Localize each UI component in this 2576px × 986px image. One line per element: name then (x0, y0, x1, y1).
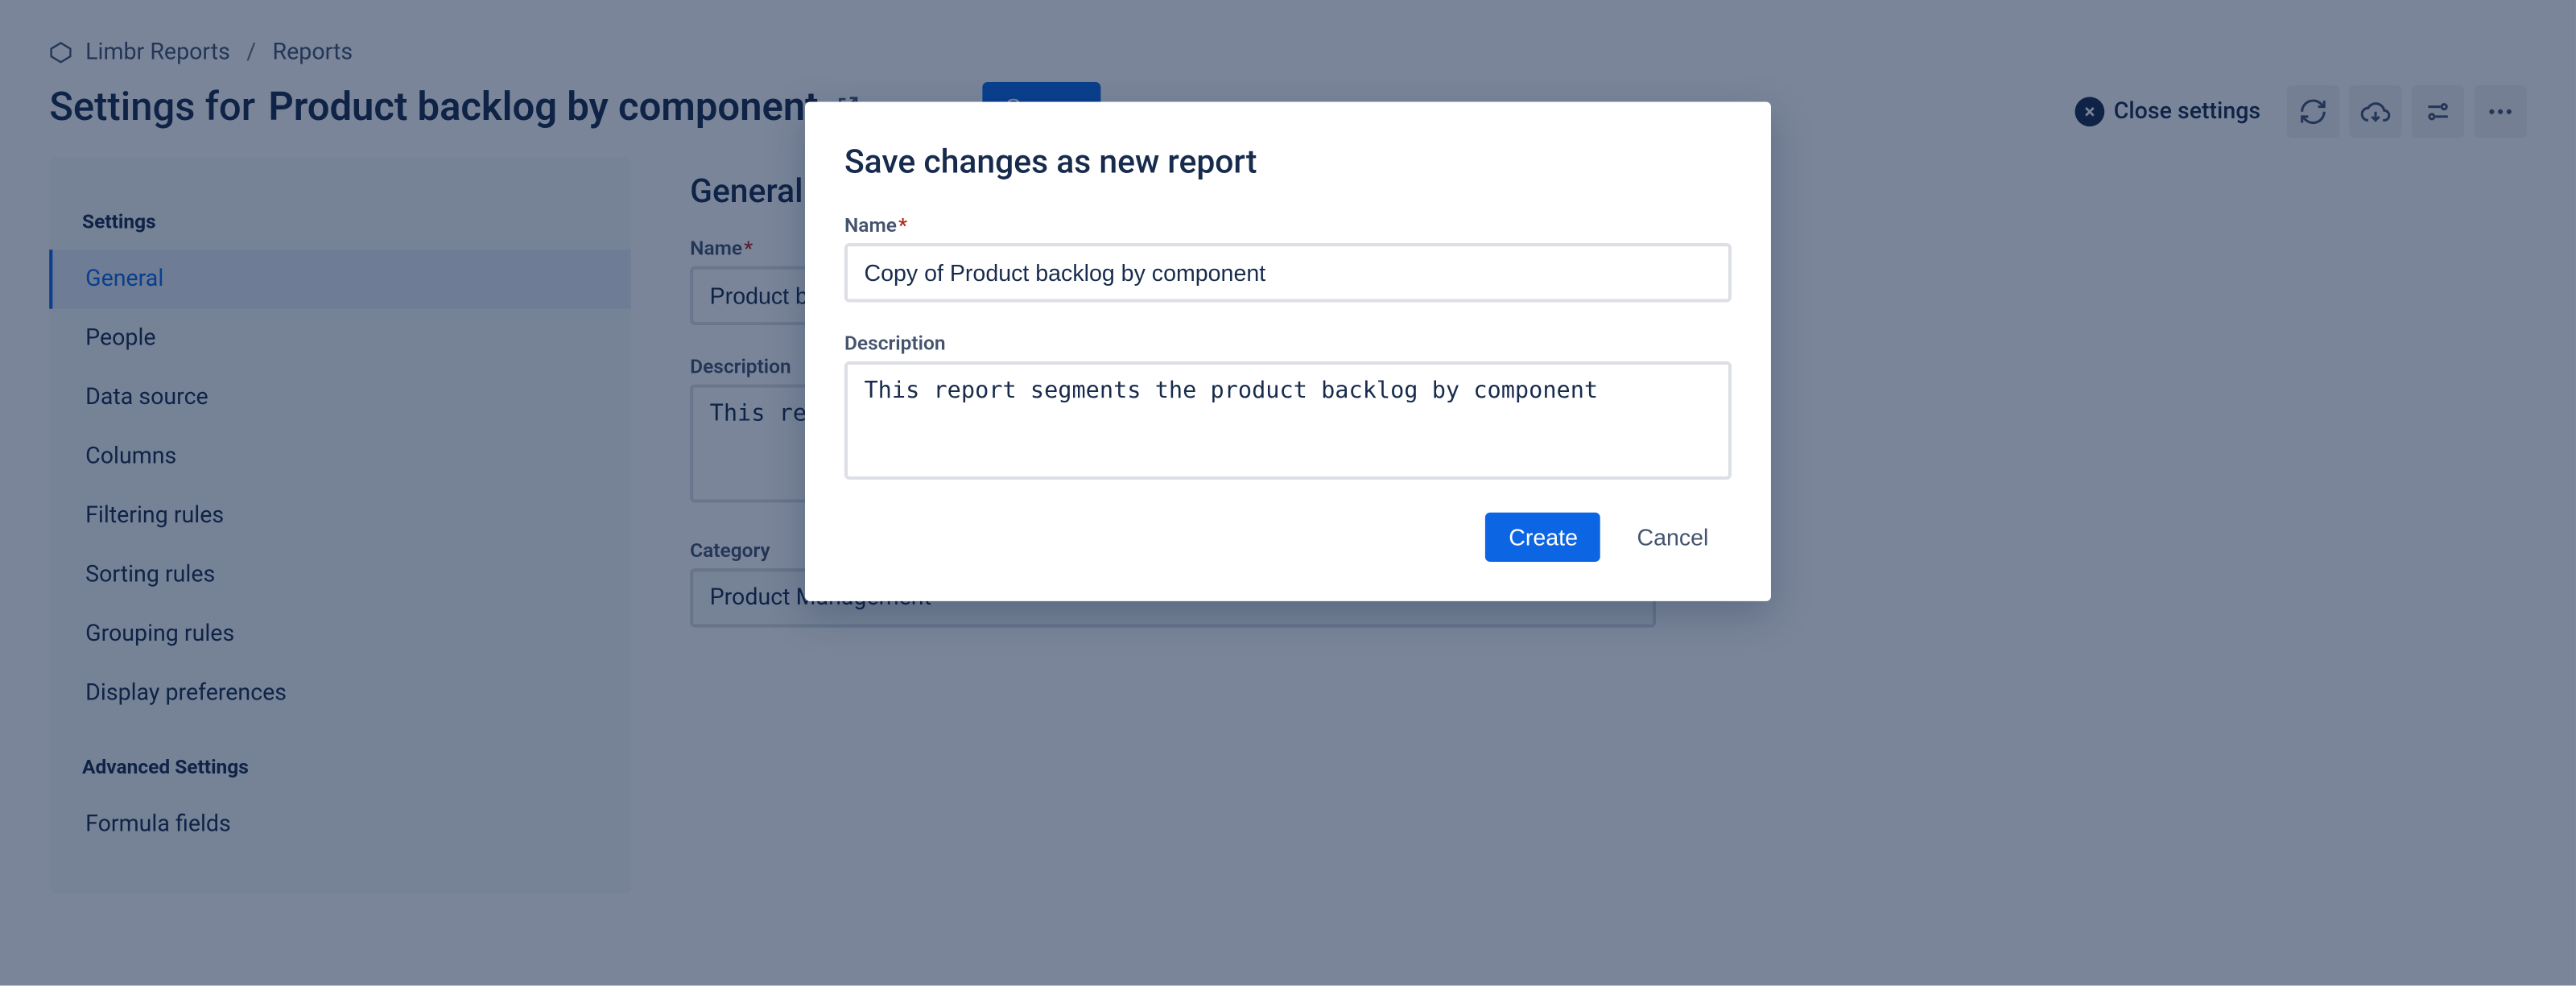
modal-title: Save changes as new report (844, 142, 1732, 181)
save-as-new-modal: Save changes as new report Name* Descrip… (805, 102, 1771, 601)
modal-name-input[interactable] (844, 243, 1732, 302)
create-button[interactable]: Create (1486, 513, 1601, 562)
modal-description-textarea[interactable]: This report segments the product backlog… (844, 361, 1732, 480)
modal-name-label: Name* (844, 213, 1732, 237)
cancel-button[interactable]: Cancel (1614, 513, 1732, 562)
modal-description-label: Description (844, 332, 1732, 355)
